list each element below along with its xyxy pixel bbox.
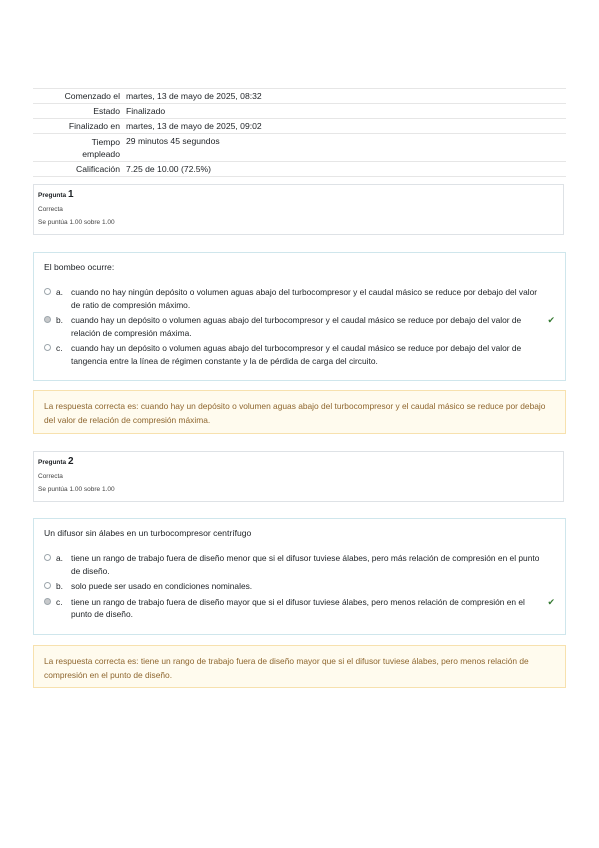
answer-letter: c. xyxy=(56,596,63,607)
question-2-number: Pregunta 2 xyxy=(38,456,559,467)
summary-row-completed: Finalizado en martes, 13 de mayo de 2025… xyxy=(33,118,566,133)
answer-option[interactable]: b. solo puede ser usado en condiciones n… xyxy=(44,580,555,593)
answer-text: tiene un rango de trabajo fuera de diseñ… xyxy=(71,596,525,620)
time-value: 29 minutos 45 segundos xyxy=(126,136,220,146)
summary-row-time: Tiempo empleado 29 minutos 45 segundos xyxy=(33,133,566,161)
grade-label: Calificación xyxy=(76,164,120,174)
completed-label: Finalizado en xyxy=(68,121,120,131)
answer-letter: b. xyxy=(56,315,63,325)
radio-button-selected[interactable] xyxy=(44,316,51,323)
correct-check-icon: ✔ xyxy=(547,596,555,607)
question-1-grade: Se puntúa 1.00 sobre 1.00 xyxy=(38,219,115,226)
question-1-info: Pregunta 1 Correcta Se puntúa 1.00 sobre… xyxy=(33,184,564,235)
question-1-feedback: La respuesta correcta es: cuando hay un … xyxy=(33,390,566,434)
started-value: martes, 13 de mayo de 2025, 08:32 xyxy=(126,91,262,101)
time-label-line1: Tiempo xyxy=(91,137,120,147)
grade-value: 7.25 de 10.00 (72.5%) xyxy=(126,164,212,174)
question-2-content: Un difusor sin álabes en un turbocompres… xyxy=(33,518,566,635)
radio-button[interactable] xyxy=(44,288,51,295)
started-label: Comenzado el xyxy=(64,91,120,101)
question-number: 1 xyxy=(67,189,74,200)
question-2-text: Un difusor sin álabes en un turbocompres… xyxy=(44,528,252,538)
state-label: Estado xyxy=(93,106,120,116)
question-2-feedback: La respuesta correcta es: tiene un rango… xyxy=(33,645,566,688)
answer-option[interactable]: b. cuando hay un depósito o volumen agua… xyxy=(44,314,555,339)
question-number: 2 xyxy=(67,456,74,467)
question-1-content: El bombeo ocurre: a. cuando no hay ningú… xyxy=(33,252,566,381)
answer-text: tiene un rango de trabajo fuera de diseñ… xyxy=(71,553,540,576)
attempt-summary: Comenzado el martes, 13 de mayo de 2025,… xyxy=(33,88,566,177)
answer-option[interactable]: c. cuando hay un depósito o volumen agua… xyxy=(44,342,555,367)
question-2-state: Correcta xyxy=(38,473,63,480)
answer-letter: a. xyxy=(56,553,63,563)
answer-letter: a. xyxy=(56,287,63,297)
answer-option[interactable]: c. tiene un rango de trabajo fuera de di… xyxy=(44,596,555,621)
answer-option[interactable]: a. tiene un rango de trabajo fuera de di… xyxy=(44,552,555,577)
state-value: Finalizado xyxy=(126,106,166,116)
radio-button[interactable] xyxy=(44,344,51,351)
answer-text: cuando no hay ningún depósito o volumen … xyxy=(71,287,538,310)
time-label: Tiempo empleado xyxy=(33,136,125,160)
radio-button[interactable] xyxy=(44,582,51,589)
question-prefix: Pregunta xyxy=(38,192,67,199)
correct-check-icon: ✔ xyxy=(547,315,555,325)
summary-row-state: Estado Finalizado xyxy=(33,103,566,118)
answer-letter: c. xyxy=(56,343,63,353)
radio-button[interactable] xyxy=(44,554,51,561)
summary-row-started: Comenzado el martes, 13 de mayo de 2025,… xyxy=(33,88,566,103)
completed-value: martes, 13 de mayo de 2025, 09:02 xyxy=(126,121,262,131)
time-label-line2: empleado xyxy=(82,149,120,159)
question-2-grade: Se puntúa 1.00 sobre 1.00 xyxy=(38,486,115,493)
radio-button-selected[interactable] xyxy=(44,597,51,605)
question-prefix: Pregunta xyxy=(38,459,67,466)
question-1-text: El bombeo ocurre: xyxy=(44,262,115,272)
answer-text: cuando hay un depósito o volumen aguas a… xyxy=(71,343,522,366)
question-1-state: Correcta xyxy=(38,206,63,213)
question-1-number: Pregunta 1 xyxy=(38,189,559,200)
answer-text: cuando hay un depósito o volumen aguas a… xyxy=(71,315,522,338)
answer-letter: b. xyxy=(56,581,63,591)
summary-row-grade: Calificación 7.25 de 10.00 (72.5%) xyxy=(33,161,566,177)
question-2-info: Pregunta 2 Correcta Se puntúa 1.00 sobre… xyxy=(33,451,564,502)
answer-text: solo puede ser usado en condiciones nomi… xyxy=(71,581,253,591)
answer-option[interactable]: a. cuando no hay ningún depósito o volum… xyxy=(44,286,555,311)
